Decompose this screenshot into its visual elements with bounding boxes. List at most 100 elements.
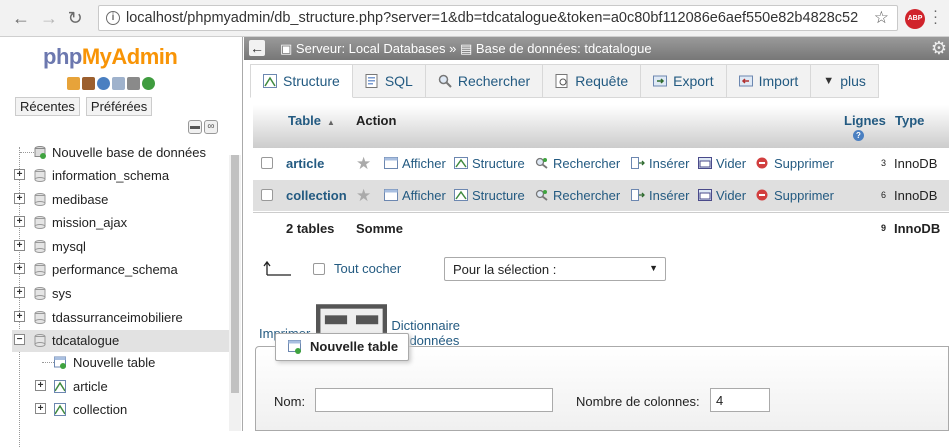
collapse-panel-icon[interactable]: ←: [249, 40, 265, 56]
tab-more[interactable]: ▼ plus: [811, 64, 879, 98]
export-icon: [653, 75, 668, 87]
tree-item-sys[interactable]: + sys: [12, 283, 230, 305]
expand-icon[interactable]: +: [14, 263, 25, 274]
tab-import[interactable]: Import: [726, 64, 812, 98]
database-icon: [34, 287, 46, 300]
table-name-link[interactable]: article: [286, 156, 324, 171]
drop-action[interactable]: Supprimer: [756, 188, 834, 203]
expand-icon[interactable]: +: [14, 169, 25, 180]
tree-item-new-database[interactable]: Nouvelle base de données: [12, 142, 230, 164]
dropdown-value: Pour la sélection :: [453, 262, 557, 277]
structure-action[interactable]: Structure: [454, 156, 525, 171]
search-action[interactable]: Rechercher: [535, 188, 620, 203]
tree-item-tdcatalogue[interactable]: − tdcatalogue: [12, 330, 230, 352]
tab-query[interactable]: Requête: [543, 64, 642, 98]
expand-icon[interactable]: +: [14, 240, 25, 251]
tab-sql[interactable]: SQL: [352, 64, 426, 98]
favorite-star-icon[interactable]: ★: [356, 186, 371, 206]
arrow-ltr-icon: [263, 260, 291, 276]
phpmyadmin-logo[interactable]: phpMyAdmin: [43, 44, 178, 70]
column-header-rows[interactable]: Lignes: [844, 113, 886, 128]
navigation-scrollbar[interactable]: [229, 155, 241, 431]
table-name-link[interactable]: collection: [286, 188, 347, 203]
check-all-checkbox[interactable]: [313, 263, 325, 275]
row-checkbox[interactable]: [261, 189, 273, 201]
table-header-row: Table ▲ Action Lignes ? Type: [253, 105, 949, 148]
table-structure-icon: [54, 380, 66, 393]
tab-structure[interactable]: Structure: [250, 64, 353, 98]
expand-icon[interactable]: +: [35, 380, 46, 391]
empty-action[interactable]: Vider: [698, 156, 746, 171]
browse-action[interactable]: Afficher: [384, 188, 446, 203]
reload-navigation-icon[interactable]: [142, 77, 155, 90]
tab-export[interactable]: Export: [641, 64, 727, 98]
expand-icon[interactable]: +: [14, 193, 25, 204]
tree-item-label: article: [73, 379, 108, 394]
url-text[interactable]: localhost/phpmyadmin/db_structure.php?se…: [126, 10, 858, 26]
home-icon[interactable]: [67, 77, 80, 90]
forward-arrow-icon[interactable]: →: [40, 9, 58, 27]
favorites-tab[interactable]: Préférées: [85, 97, 153, 116]
column-header-type[interactable]: Type: [895, 113, 924, 128]
help-icon[interactable]: ?: [853, 130, 864, 141]
delete-icon: [756, 189, 768, 201]
expand-icon[interactable]: +: [35, 403, 46, 414]
breadcrumb-server[interactable]: Serveur: Local Databases: [296, 41, 446, 56]
table-name-input[interactable]: [315, 388, 553, 412]
dropdown-caret-icon: ▼: [649, 263, 658, 273]
query-icon: [555, 74, 568, 88]
with-selected-dropdown[interactable]: Pour la sélection : ▼: [444, 257, 666, 281]
gear-icon[interactable]: ⚙: [931, 38, 947, 59]
insert-action[interactable]: Insérer: [631, 156, 689, 171]
settings-icon[interactable]: [127, 77, 140, 90]
tree-item-information-schema[interactable]: + information_schema: [12, 165, 230, 187]
tree-item-mission-ajax[interactable]: + mission_ajax: [12, 212, 230, 234]
empty-action[interactable]: Vider: [698, 188, 746, 203]
structure-action[interactable]: Structure: [454, 188, 525, 203]
browse-action[interactable]: Afficher: [384, 156, 446, 171]
tree-item-collection[interactable]: + collection: [12, 399, 230, 421]
browser-menu-icon[interactable]: · · ·: [933, 3, 939, 30]
column-header-table[interactable]: Table ▲: [288, 113, 335, 128]
help-icon[interactable]: [97, 77, 110, 90]
tree-item-article[interactable]: + article: [12, 376, 230, 398]
bookmark-star-icon[interactable]: ☆: [874, 8, 889, 28]
drop-action[interactable]: Supprimer: [756, 156, 834, 171]
logout-icon[interactable]: [82, 77, 95, 90]
column-count-label: Nombre de colonnes:: [576, 394, 700, 409]
tree-item-new-table[interactable]: Nouvelle table: [12, 352, 230, 374]
link-with-main-icon[interactable]: ∞: [204, 120, 218, 134]
collapse-all-icon[interactable]: ▬: [188, 120, 202, 134]
scrollbar-thumb[interactable]: [231, 155, 239, 393]
tree-item-mysql[interactable]: + mysql: [12, 236, 230, 258]
browse-icon: [384, 189, 398, 201]
search-action[interactable]: Rechercher: [535, 156, 620, 171]
expand-icon[interactable]: +: [14, 216, 25, 227]
collapse-icon[interactable]: −: [14, 334, 25, 345]
adblock-extension-icon[interactable]: ABP: [905, 9, 925, 29]
favorite-star-icon[interactable]: ★: [356, 154, 371, 174]
recent-tab[interactable]: Récentes: [15, 97, 80, 116]
documentation-icon[interactable]: [112, 77, 125, 90]
recent-favorites-tabs: Récentes Préférées: [15, 97, 153, 116]
address-bar[interactable]: i localhost/phpmyadmin/db_structure.php?…: [98, 5, 898, 31]
tree-item-performance-schema[interactable]: + performance_schema: [12, 259, 230, 281]
expand-icon[interactable]: +: [14, 287, 25, 298]
info-icon[interactable]: i: [106, 11, 120, 25]
database-icon: ▤: [460, 41, 473, 56]
tab-search[interactable]: Rechercher: [425, 64, 544, 98]
tab-label: Import: [758, 73, 799, 89]
expand-icon[interactable]: +: [14, 311, 25, 322]
check-all-label[interactable]: Tout cocher: [334, 261, 401, 276]
tree-item-tdassurranceimobiliere[interactable]: + tdassurranceimobiliere: [12, 307, 230, 329]
navigation-panel: phpMyAdmin Récentes Préférées ▬ ∞ Nouvel…: [0, 37, 243, 447]
reload-icon[interactable]: ↻: [66, 9, 84, 27]
back-arrow-icon[interactable]: ←: [12, 9, 30, 27]
breadcrumb-database[interactable]: Base de données: tdcatalogue: [476, 41, 652, 56]
insert-action[interactable]: Insérer: [631, 188, 689, 203]
database-icon: [34, 334, 46, 347]
tree-item-medibase[interactable]: + medibase: [12, 189, 230, 211]
row-checkbox[interactable]: [261, 157, 273, 169]
bulk-actions: Tout cocher Pour la sélection : ▼: [253, 255, 949, 285]
column-count-input[interactable]: [710, 388, 770, 412]
